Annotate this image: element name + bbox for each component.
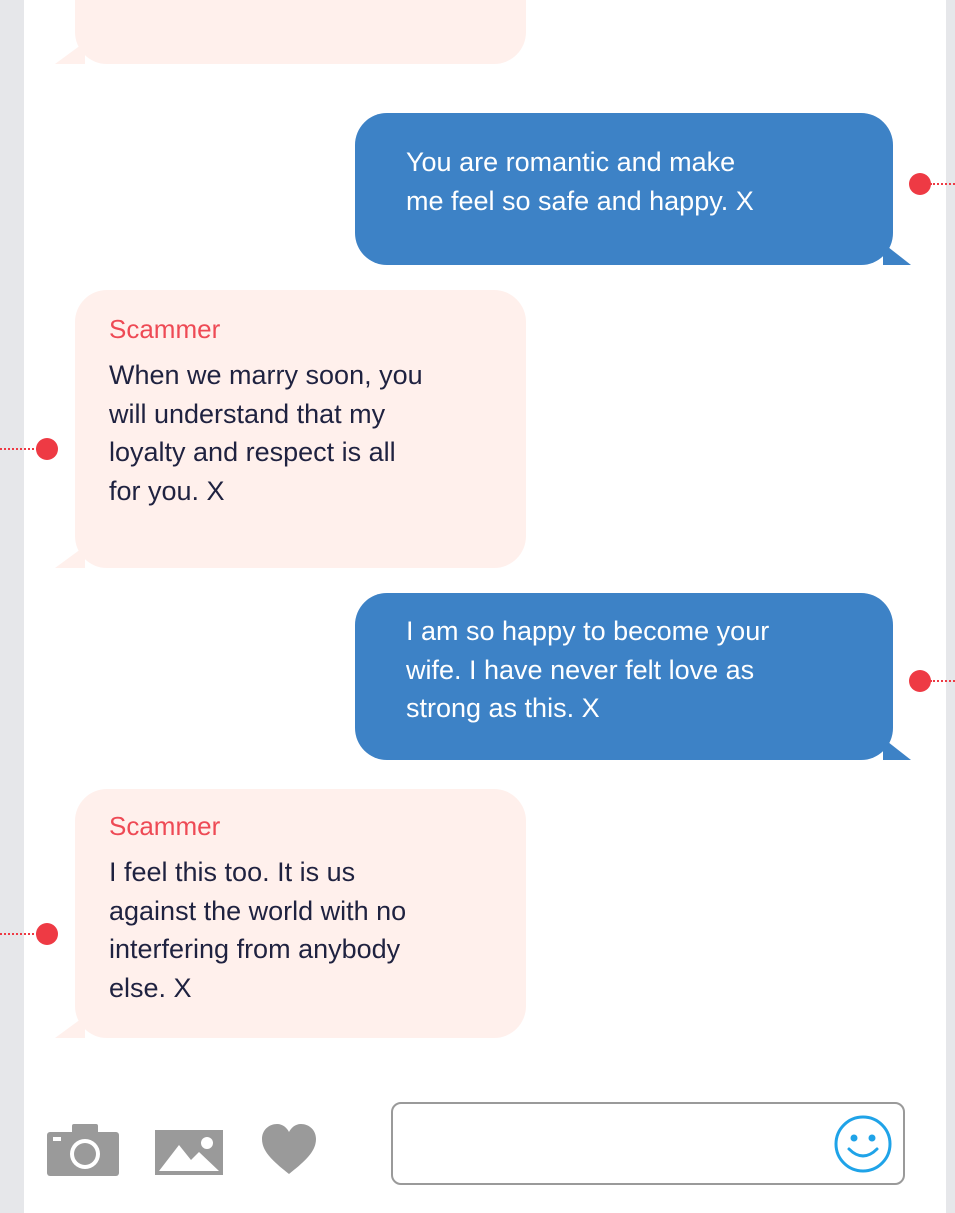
sender-name: Scammer [109,811,221,841]
heart-icon[interactable] [262,1124,316,1176]
message-text: When we marry soon, you will understand … [109,360,423,506]
message-input[interactable] [409,1118,823,1170]
annotation-marker-line [0,933,38,935]
bubble-tail [55,1016,85,1038]
image-icon[interactable] [155,1130,223,1175]
sender-name: Scammer [109,314,221,344]
annotation-marker-dot [36,923,58,945]
annotation-marker-dot [36,438,58,460]
message-bubble-sent: I am so happy to become your wife. I hav… [355,593,911,760]
message-text: I am so happy to become your wife. I hav… [406,616,770,723]
message-bubble-received: Scammer I feel this too. It is us agains… [55,789,526,1038]
bubble-tail [55,546,85,568]
message-bubble-sent: You are romantic and make me feel so saf… [355,113,911,265]
annotation-marker-dot [909,173,931,195]
annotation-marker-line [930,183,955,185]
message-bubble-received [55,0,526,64]
bubble-tail [55,42,85,64]
camera-icon[interactable] [47,1122,119,1176]
annotation-marker-dot [909,670,931,692]
message-bubble-received: Scammer When we marry soon, you will und… [55,290,526,568]
annotation-marker-line [930,680,955,682]
message-text: You are romantic and make me feel so saf… [406,147,754,216]
smiley-icon[interactable] [833,1114,893,1174]
bubble-tail [883,243,911,265]
bubble-tail [883,738,911,760]
annotation-marker-line [0,448,38,450]
message-input-box[interactable] [391,1102,905,1185]
message-text: I feel this too. It is us against the wo… [109,857,407,1003]
